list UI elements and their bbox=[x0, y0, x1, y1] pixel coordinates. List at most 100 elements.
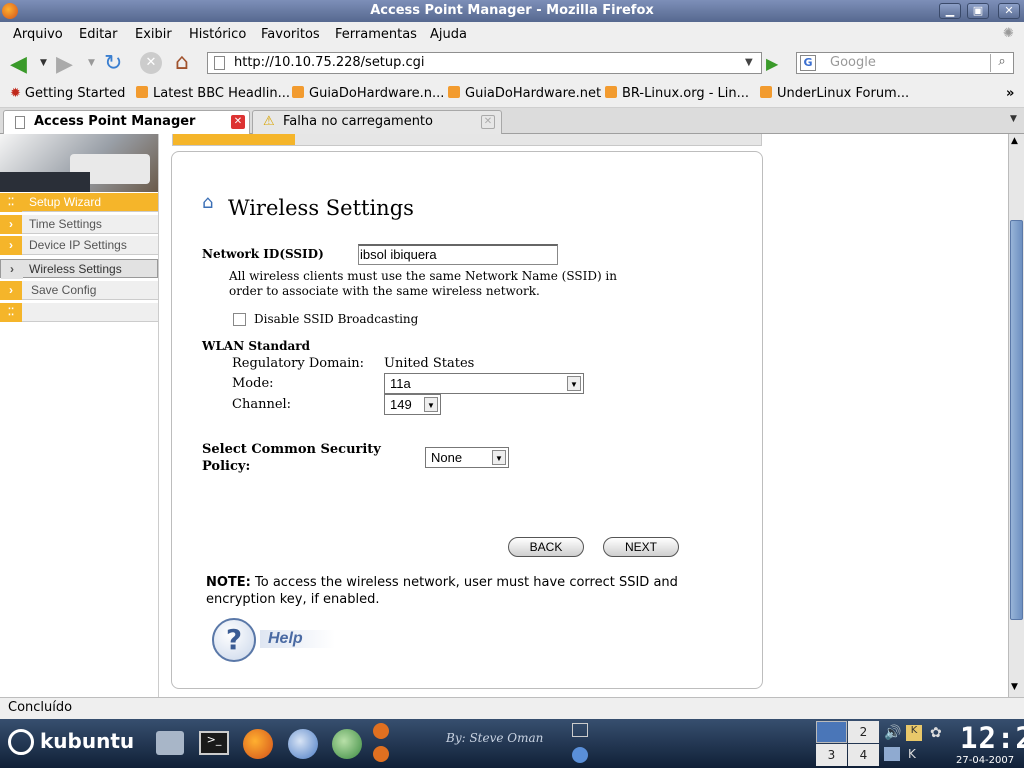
taskbar: kubuntu >_ By: Steve Oman 2 3 4 🔊 K ✿ K … bbox=[0, 719, 1024, 768]
sidebar-item-wireless-settings[interactable]: › Wireless Settings bbox=[0, 259, 158, 279]
bookmark-underlinux[interactable]: UnderLinux Forum... bbox=[760, 86, 909, 101]
note-body: To access the wireless network, user mus… bbox=[206, 575, 678, 607]
minimize-button[interactable]: ▁ bbox=[939, 3, 961, 19]
menu-ajuda[interactable]: Ajuda bbox=[430, 27, 467, 42]
firefox-task-icon[interactable] bbox=[373, 746, 389, 762]
ssid-label: Network ID(SSID) bbox=[202, 247, 324, 261]
url-dropdown-icon[interactable]: ▼ bbox=[745, 53, 753, 73]
tab-bar: Access Point Manager ✕ ⚠ Falha no carreg… bbox=[0, 108, 1024, 134]
page-icon bbox=[214, 56, 225, 70]
tab-access-point-manager[interactable]: Access Point Manager ✕ bbox=[3, 110, 250, 134]
menu-exibir[interactable]: Exibir bbox=[135, 27, 172, 42]
bookmarks-toolbar: ✹ Getting Started Latest BBC Headlin... G… bbox=[0, 80, 1024, 108]
help-link[interactable]: Help bbox=[260, 630, 335, 648]
ssid-input[interactable]: ibsol ibiquera bbox=[358, 244, 558, 265]
bookmark-guiadohardware-2[interactable]: GuiaDoHardware.net bbox=[448, 86, 601, 101]
volume-icon[interactable]: 🔊 bbox=[884, 725, 901, 741]
forward-icon[interactable]: ▶ bbox=[56, 52, 73, 77]
menu-favoritos[interactable]: Favoritos bbox=[261, 27, 320, 42]
url-bar[interactable]: http://10.10.75.228/setup.cgi ▼ bbox=[207, 52, 762, 74]
start-menu-button[interactable]: kubuntu bbox=[0, 719, 140, 768]
maximize-button[interactable]: ▣ bbox=[967, 3, 989, 19]
kde-icon[interactable]: K bbox=[908, 747, 916, 761]
channel-select[interactable]: 149 ▼ bbox=[384, 394, 441, 415]
close-button[interactable]: ✕ bbox=[998, 3, 1020, 19]
sidebar: ⁚⁚ Setup Wizard › Time Settings › Device… bbox=[0, 134, 159, 697]
wizard-tab-active[interactable] bbox=[173, 134, 295, 145]
firefox-launcher-icon[interactable] bbox=[243, 729, 273, 759]
next-button[interactable]: NEXT bbox=[603, 537, 679, 557]
start-label: kubuntu bbox=[40, 729, 135, 753]
desktop-1-button[interactable] bbox=[816, 721, 847, 743]
close-tab-icon[interactable]: ✕ bbox=[481, 115, 495, 129]
google-icon[interactable]: G bbox=[800, 55, 816, 71]
chevron-down-icon[interactable]: ▼ bbox=[567, 376, 581, 391]
terminal-icon[interactable]: >_ bbox=[199, 731, 229, 755]
globe-icon[interactable] bbox=[572, 747, 588, 763]
help-icon[interactable]: ? bbox=[212, 618, 256, 662]
back-icon[interactable]: ◀ bbox=[10, 52, 27, 77]
firefox-icon bbox=[2, 3, 18, 19]
window-title: Access Point Manager - Mozilla Firefox bbox=[370, 3, 654, 18]
reload-icon[interactable]: ↻ bbox=[104, 51, 122, 76]
menu-editar[interactable]: Editar bbox=[79, 27, 118, 42]
desktop-4-button[interactable]: 4 bbox=[848, 744, 879, 766]
scrollbar-thumb[interactable] bbox=[1010, 220, 1023, 620]
sidebar-item-empty: ⁚⁚ bbox=[0, 303, 158, 322]
mode-select[interactable]: 11a ▼ bbox=[384, 373, 584, 394]
sidebar-item-time-settings[interactable]: › Time Settings bbox=[0, 215, 158, 234]
sidebar-item-save-config[interactable]: › Save Config bbox=[0, 281, 158, 300]
bookmark-label: Getting Started bbox=[24, 86, 126, 101]
sidebar-item-setup-wizard[interactable]: ⁚⁚ Setup Wizard bbox=[0, 193, 158, 212]
chevron-right-icon[interactable]: » bbox=[1006, 86, 1014, 101]
bookmark-bbc[interactable]: Latest BBC Headlin... bbox=[136, 86, 290, 101]
sidebar-item-label: Time Settings bbox=[29, 217, 102, 231]
status-bar: Concluído bbox=[0, 697, 1024, 719]
back-dropdown-icon[interactable]: ▼ bbox=[40, 58, 47, 68]
search-icon[interactable]: ⌕ bbox=[990, 54, 1013, 72]
chevron-right-icon: › bbox=[1, 260, 23, 279]
scroll-down-icon[interactable]: ▼ bbox=[1011, 682, 1018, 692]
clock[interactable]: 12:27 bbox=[960, 721, 1024, 755]
rss-icon bbox=[448, 86, 460, 98]
disable-ssid-checkbox[interactable] bbox=[233, 313, 246, 326]
network-icon[interactable] bbox=[572, 723, 588, 737]
scroll-up-icon[interactable]: ▲ bbox=[1011, 136, 1018, 146]
chevron-right-icon: › bbox=[0, 236, 22, 255]
channel-label: Channel: bbox=[232, 397, 292, 412]
date: 27-04-2007 bbox=[956, 755, 1015, 766]
home-icon[interactable]: ⌂ bbox=[175, 50, 189, 75]
note-text: NOTE: To access the wireless network, us… bbox=[206, 574, 706, 608]
tab-falha-no-carregamento[interactable]: ⚠ Falha no carregamento ✕ bbox=[252, 110, 502, 134]
bookmark-getting-started[interactable]: ✹ Getting Started bbox=[10, 86, 125, 101]
network-manager-icon[interactable] bbox=[884, 747, 900, 761]
close-tab-icon[interactable]: ✕ bbox=[231, 115, 245, 129]
bookmark-br-linux[interactable]: BR-Linux.org - Lin... bbox=[605, 86, 749, 101]
tab-list-icon[interactable]: ▼ bbox=[1010, 114, 1017, 124]
firefox-task-icon[interactable] bbox=[373, 723, 389, 739]
url-text: http://10.10.75.228/setup.cgi bbox=[234, 55, 425, 70]
chevron-down-icon[interactable]: ▼ bbox=[492, 450, 506, 465]
chevron-down-icon[interactable]: ▼ bbox=[424, 397, 438, 412]
vertical-scrollbar[interactable]: ▲ ▼ bbox=[1008, 134, 1024, 697]
mail-icon[interactable] bbox=[288, 729, 318, 759]
desktop-2-button[interactable]: 2 bbox=[848, 721, 879, 743]
klipper-icon[interactable]: K bbox=[906, 725, 922, 741]
desktop-icon[interactable] bbox=[156, 731, 184, 755]
back-button[interactable]: BACK bbox=[508, 537, 584, 557]
messenger-icon[interactable] bbox=[332, 729, 362, 759]
menu-ferramentas[interactable]: Ferramentas bbox=[335, 27, 417, 42]
stop-icon[interactable]: ✕ bbox=[140, 52, 162, 74]
desktop-3-button[interactable]: 3 bbox=[816, 744, 847, 766]
search-box[interactable]: G Google ⌕ bbox=[796, 52, 1014, 74]
go-icon[interactable]: ▶ bbox=[766, 54, 778, 73]
sidebar-item-device-ip-settings[interactable]: › Device IP Settings bbox=[0, 236, 158, 255]
ssid-help-text: All wireless clients must use the same N… bbox=[229, 269, 618, 298]
search-input[interactable]: Google bbox=[830, 55, 876, 70]
menu-arquivo[interactable]: Arquivo bbox=[13, 27, 63, 42]
menu-historico[interactable]: Histórico bbox=[189, 27, 246, 42]
security-policy-select[interactable]: None ▼ bbox=[425, 447, 509, 468]
bookmark-guiadohardware-1[interactable]: GuiaDoHardware.n... bbox=[292, 86, 444, 101]
tray-icon[interactable]: ✿ bbox=[930, 725, 942, 741]
forward-dropdown-icon[interactable]: ▼ bbox=[88, 58, 95, 68]
